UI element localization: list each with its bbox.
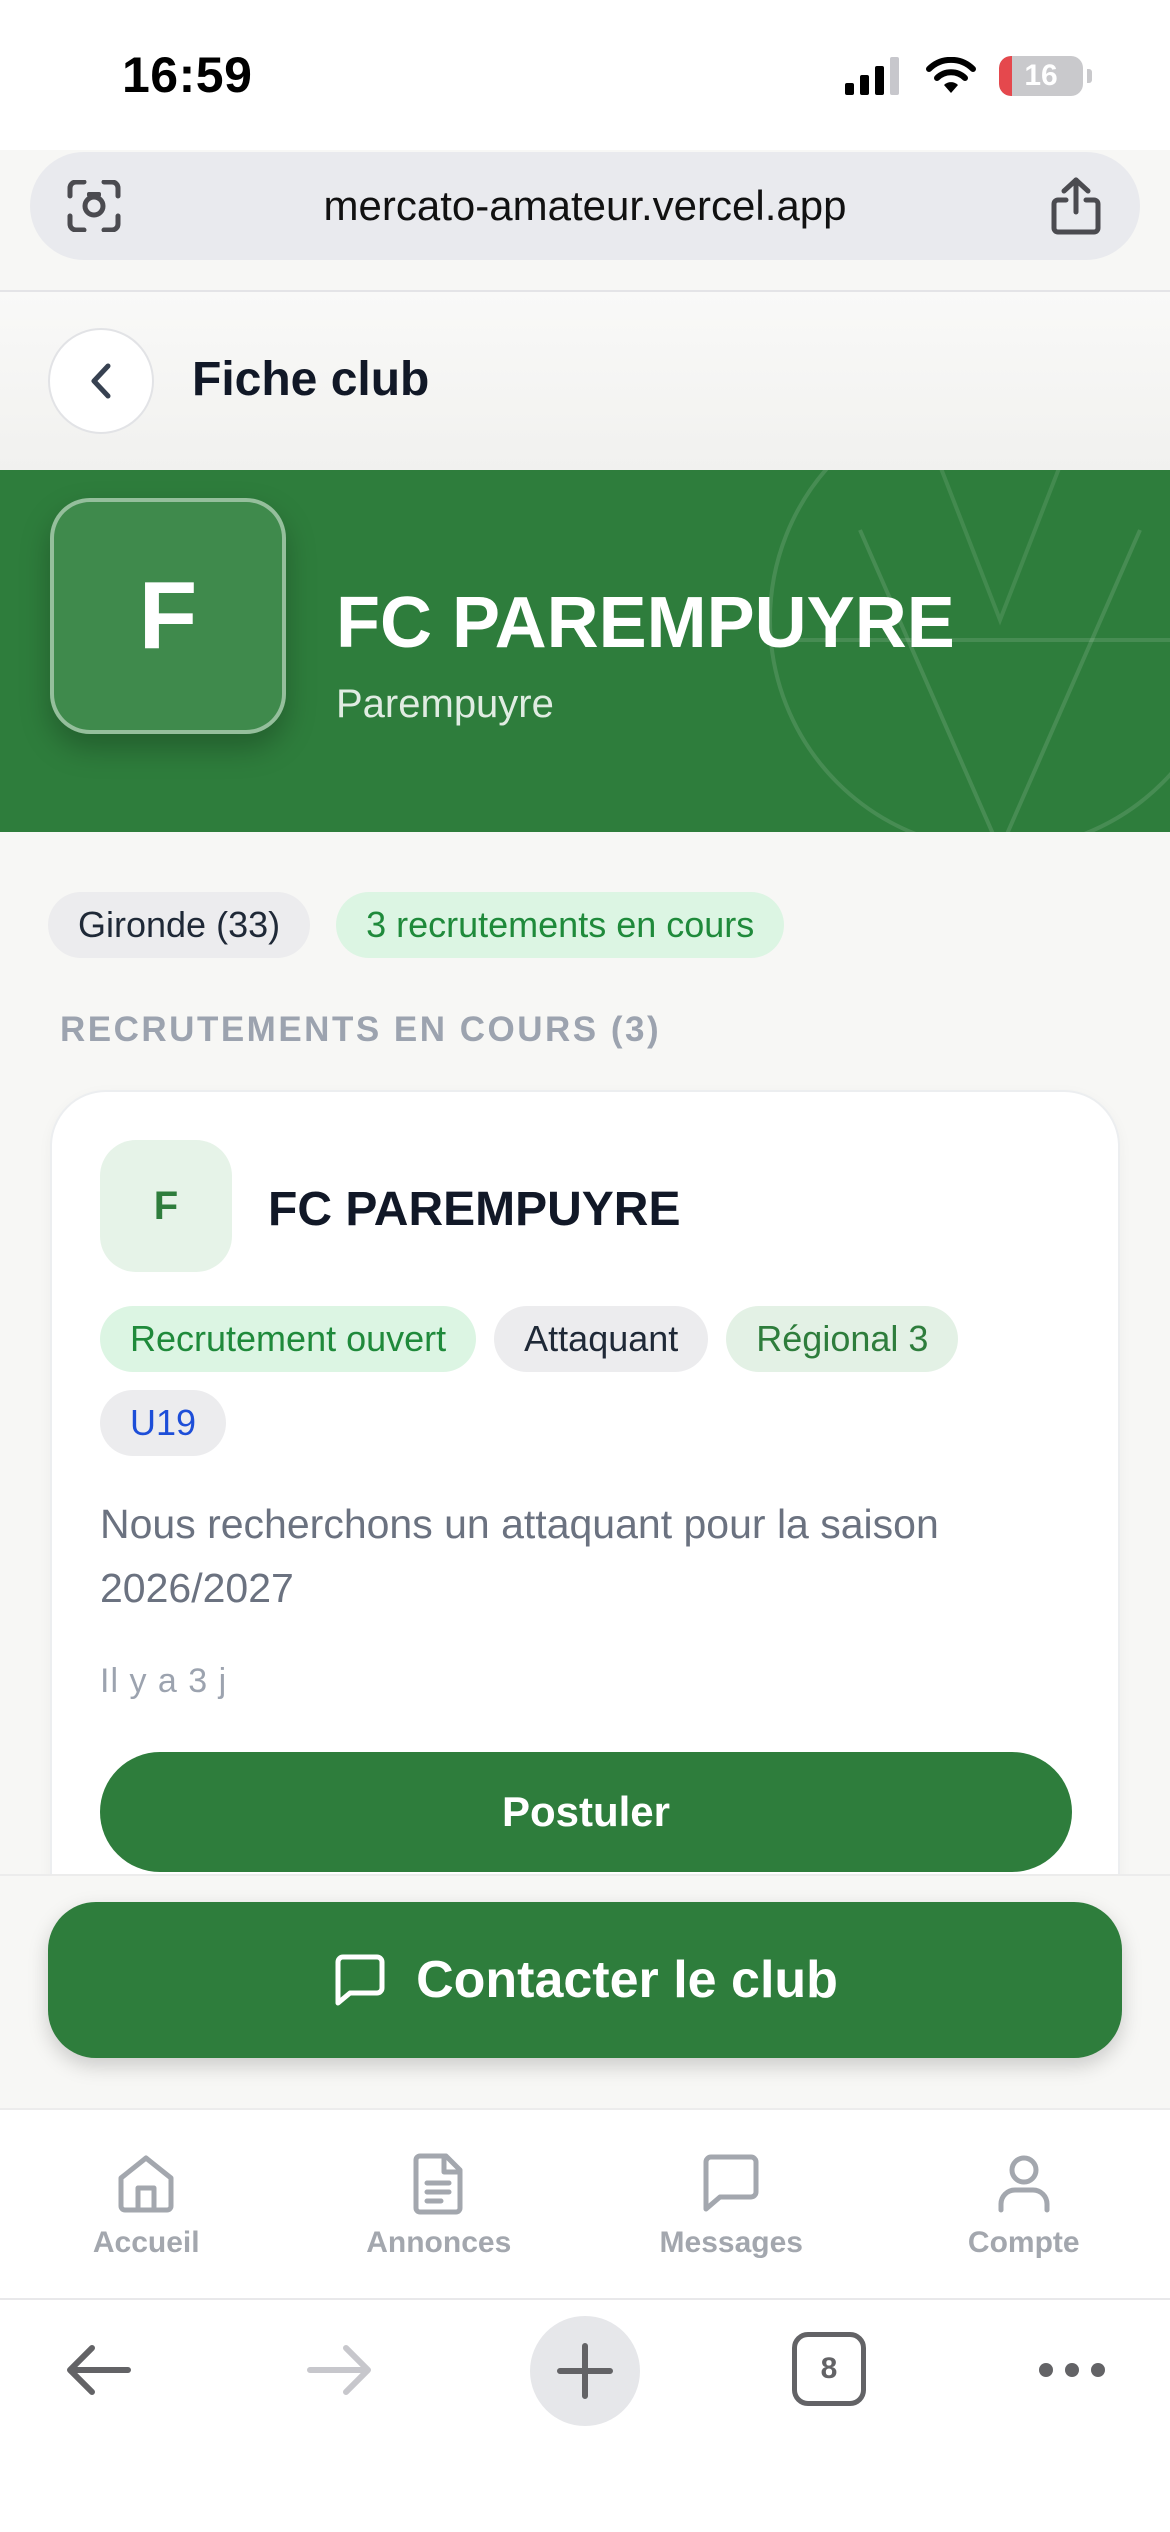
url-text: mercato-amateur.vercel.app <box>323 182 847 229</box>
tab-count: 8 <box>820 2352 838 2385</box>
position-tag: Attaquant <box>494 1306 709 1372</box>
recruitment-description: Nous recherchons un attaquant pour la sa… <box>100 1501 939 1611</box>
wifi-icon <box>926 57 976 93</box>
browser-toolbar: 8 <box>0 2298 1170 2532</box>
address-bar[interactable]: mercato-amateur.vercel.app <box>30 152 1140 260</box>
club-chips: Gironde (33) 3 recrutements en cours <box>48 892 785 958</box>
battery-percent: 16 <box>1024 59 1058 92</box>
nav-label-home: Accueil <box>92 2226 200 2259</box>
age-category-tag: U19 <box>100 1390 227 1456</box>
page-title: Fiche club <box>192 353 430 406</box>
card-club-logo: F <box>100 1140 232 1272</box>
nav-label-messages: Messages <box>659 2226 803 2259</box>
home-icon <box>118 2155 174 2213</box>
nav-label-ads: Annonces <box>366 2226 512 2259</box>
card-club-name: FC PAREMPUYRE <box>268 1183 681 1236</box>
club-city: Parempuyre <box>336 682 554 726</box>
card-tags: Recrutement ouvert Attaquant Régional 3 … <box>100 1306 1080 1456</box>
nav-item-home[interactable]: Accueil <box>0 2110 293 2298</box>
posted-time: Il y a 3 j <box>100 1662 228 1700</box>
department-chip: Gironde (33) <box>48 892 311 958</box>
nav-item-messages[interactable]: Messages <box>585 2110 878 2298</box>
message-square-icon <box>335 1954 385 2006</box>
tabs-button[interactable]: 8 <box>792 2332 866 2406</box>
cellular-signal-icon <box>845 57 899 95</box>
status-time: 16:59 <box>122 47 253 103</box>
level-tag: Régional 3 <box>726 1306 959 1372</box>
contact-bar: Contacter le club <box>0 1874 1170 2106</box>
card-club-logo-letter: F <box>153 1183 179 1228</box>
document-icon <box>413 2153 463 2215</box>
club-name: FC PAREMPUYRE <box>336 583 955 663</box>
share-icon[interactable] <box>1050 176 1102 236</box>
status-tag: Recrutement ouvert <box>100 1306 477 1372</box>
status-bar: 16:59 16 <box>0 0 1170 150</box>
nav-label-account: Compte <box>967 2226 1080 2259</box>
browser-back-button[interactable] <box>52 2324 144 2416</box>
back-button[interactable] <box>48 328 154 434</box>
club-logo-letter: F <box>138 562 198 669</box>
nav-item-account[interactable]: Compte <box>878 2110 1170 2298</box>
recruitment-card[interactable]: F FC PAREMPUYRE Recrutement ouvert Attaq… <box>50 1090 1120 1990</box>
more-options-button[interactable] <box>1012 2324 1132 2416</box>
new-tab-button[interactable] <box>530 2316 640 2426</box>
more-dots-icon <box>1039 2363 1105 2377</box>
arrow-right-icon <box>307 2345 371 2395</box>
status-icons: 16 <box>845 56 1092 96</box>
bottom-nav: Accueil Annonces Messages Compte <box>0 2108 1170 2298</box>
contact-club-button[interactable]: Contacter le club <box>48 1902 1122 2058</box>
club-logo: F <box>50 498 286 734</box>
section-label: RECRUTEMENTS EN COURS (3) <box>60 1010 662 1049</box>
battery-indicator: 16 <box>999 56 1083 96</box>
battery-cap <box>1087 69 1092 83</box>
app-header: Fiche club <box>0 292 1170 470</box>
user-icon <box>998 2155 1050 2213</box>
apply-button[interactable]: Postuler <box>100 1752 1072 1872</box>
chevron-left-icon <box>91 363 111 399</box>
recruitments-count-chip: 3 recrutements en cours <box>336 892 785 958</box>
nav-item-ads[interactable]: Annonces <box>293 2110 586 2298</box>
message-square-icon <box>703 2154 759 2212</box>
arrow-left-icon <box>67 2345 131 2395</box>
club-hero: F FC PAREMPUYRE Parempuyre <box>0 470 1170 832</box>
contact-club-label: Contacter le club <box>416 1951 838 2009</box>
plus-icon <box>557 2343 613 2399</box>
browser-forward-button[interactable] <box>294 2324 386 2416</box>
